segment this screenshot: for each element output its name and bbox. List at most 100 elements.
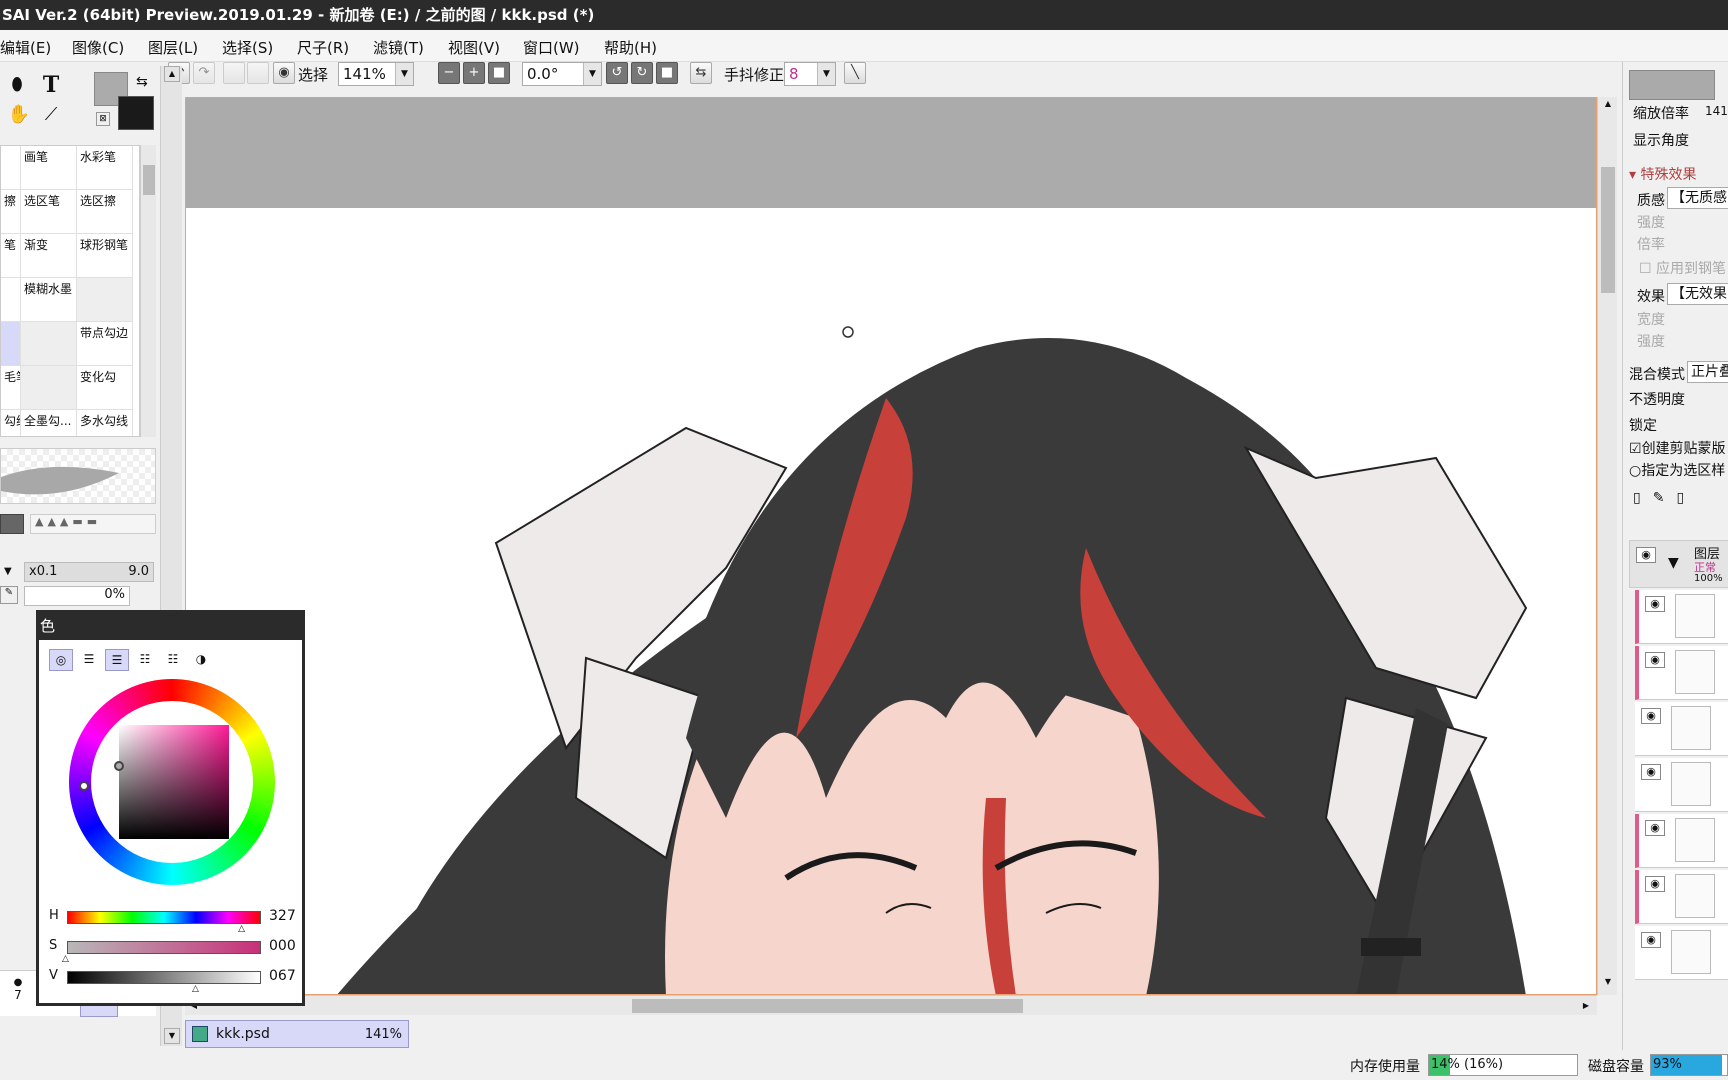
zoom-select[interactable]: 141% ▼	[338, 62, 414, 86]
brush-cell[interactable]: 变化勾	[77, 366, 133, 410]
zoom-in-icon[interactable]: +	[463, 62, 485, 84]
hsv-slider-mode-icon[interactable]: ☰	[105, 649, 129, 671]
effects-header[interactable]: ▾ 特殊效果	[1629, 164, 1696, 184]
value-track[interactable]	[67, 971, 261, 984]
layer-row[interactable]: ◉	[1635, 702, 1728, 756]
canvas-hscroll[interactable]: ◀ ▶	[185, 995, 1597, 1015]
brush-cell-selected[interactable]	[1, 322, 21, 366]
eye-icon[interactable]: ◉	[1641, 764, 1661, 780]
layer-row[interactable]: ◉	[1635, 758, 1728, 812]
sv-square[interactable]	[119, 725, 229, 839]
zoom-reset-icon[interactable]: ■	[488, 62, 510, 84]
collapse-icon[interactable]: ▼	[4, 566, 12, 577]
new-folder-icon[interactable]: ▯	[1676, 490, 1696, 506]
brush-cell[interactable]: 全墨勾...	[21, 410, 77, 436]
flip-horizontal-icon[interactable]: ⇆	[690, 62, 712, 84]
secondary-color-swatch[interactable]	[118, 96, 154, 130]
scroll-up-icon[interactable]: ▲	[1600, 99, 1616, 113]
value-slider[interactable]: V 067	[49, 967, 299, 989]
brush-palette-scrollbar[interactable]	[140, 145, 156, 437]
brush-cell[interactable]: 选区笔	[21, 190, 77, 234]
menu-filter[interactable]: 滤镜(T)	[373, 37, 424, 58]
rotate-left-icon[interactable]: ↺	[606, 62, 628, 84]
menu-window[interactable]: 窗口(W)	[523, 37, 580, 58]
value-handle[interactable]: △	[192, 984, 199, 994]
navigator-thumbnail[interactable]	[1629, 70, 1715, 100]
brush-cell-partial[interactable]: 笔	[1, 234, 21, 278]
blend-mode-select[interactable]: 正片叠	[1687, 361, 1728, 383]
new-layer-icon[interactable]: ▯	[1633, 490, 1653, 506]
menu-view[interactable]: 视图(V)	[448, 37, 500, 58]
folder-expand-icon[interactable]: ▼	[1668, 555, 1679, 571]
eye-icon[interactable]: ◉	[1645, 652, 1665, 668]
swatches-mode-icon[interactable]: ☷	[133, 649, 157, 671]
eye-icon[interactable]: ◉	[1645, 820, 1665, 836]
brush-cell[interactable]: 选区擦	[77, 190, 133, 234]
color-wheel-mode-icon[interactable]: ◎	[49, 649, 73, 671]
lasso-icon[interactable]: ⬮	[4, 74, 30, 100]
hue-handle[interactable]: △	[238, 924, 245, 934]
menu-select[interactable]: 选择(S)	[222, 37, 273, 58]
brush-cell-partial[interactable]: 毛笔	[1, 366, 21, 410]
layer-row[interactable]: ◉	[1635, 590, 1728, 644]
menu-layer[interactable]: 图层(L)	[148, 37, 198, 58]
vscroll-thumb[interactable]	[1601, 167, 1615, 293]
brush-cell-partial[interactable]	[1, 278, 21, 322]
menu-edit[interactable]: 编辑(E)	[0, 37, 51, 58]
scratchpad-mode-icon[interactable]: ◑	[189, 649, 213, 671]
mixer-mode-icon[interactable]: ☷	[161, 649, 185, 671]
eye-icon[interactable]: ◉	[273, 62, 295, 84]
angle-select[interactable]: 0.0° ▼	[522, 62, 602, 86]
hscroll-thumb[interactable]	[632, 999, 1023, 1013]
scroll-thumb[interactable]	[143, 165, 155, 195]
brush-cell[interactable]: 画笔	[21, 146, 77, 190]
brush-cell-empty[interactable]	[21, 322, 77, 366]
brush-cell-partial[interactable]: 勾线	[1, 410, 21, 436]
hue-picker-handle[interactable]	[79, 781, 89, 791]
layer-row[interactable]: ◉	[1635, 926, 1728, 980]
stabilizer-select[interactable]: 8 ▼	[784, 62, 836, 86]
new-pen-layer-icon[interactable]: ✎	[1653, 490, 1677, 506]
eye-icon[interactable]: ◉	[1645, 596, 1665, 612]
eye-icon[interactable]: ◉	[1641, 932, 1661, 948]
saturation-handle[interactable]: △	[62, 954, 69, 964]
size-preset[interactable]: ● 7	[8, 977, 28, 1002]
brush-cell[interactable]: 带点勾边	[77, 322, 133, 366]
scroll-down-icon[interactable]: ▼	[1600, 977, 1616, 991]
brush-cell-empty[interactable]	[21, 366, 77, 410]
eye-icon[interactable]: ◉	[1645, 876, 1665, 892]
brush-cell[interactable]: 渐变	[21, 234, 77, 278]
apply-to-pen-checkbox[interactable]: ☐ 应用到钢笔	[1639, 258, 1726, 278]
brush-cell[interactable]: 多水勾线	[77, 410, 133, 436]
layer-row[interactable]: ◉	[1635, 646, 1728, 700]
menu-help[interactable]: 帮助(H)	[604, 37, 657, 58]
rotate-reset-icon[interactable]: ■	[656, 62, 678, 84]
brush-cell-partial[interactable]	[1, 146, 21, 190]
line-tool-icon[interactable]: ╲	[844, 62, 866, 84]
eye-icon[interactable]: ◉	[1636, 547, 1656, 563]
rotate-right-icon[interactable]: ↻	[631, 62, 653, 84]
rgb-slider-mode-icon[interactable]: ☰	[77, 649, 101, 671]
brush-cell-empty[interactable]	[77, 278, 133, 322]
canvas-view[interactable]	[185, 97, 1597, 995]
menu-ruler[interactable]: 尺子(R)	[297, 37, 349, 58]
brush-tip-shapes[interactable]: ▲▲▲▬▬	[30, 514, 156, 534]
transparent-color-icon[interactable]: ⊠	[96, 112, 110, 126]
layer-row[interactable]: ◉	[1635, 814, 1728, 868]
brush-size-field[interactable]: x0.1 9.0	[24, 562, 154, 582]
texture-select[interactable]: 【无质感	[1667, 187, 1728, 209]
sv-picker-handle[interactable]	[114, 761, 124, 771]
layer-folder-row[interactable]: ◉ ▼ 图层 正常 100%	[1629, 540, 1728, 588]
swap-colors-icon[interactable]: ⇆	[136, 74, 148, 90]
saturation-slider[interactable]: S 000	[49, 937, 299, 959]
hue-slider[interactable]: H 327	[49, 907, 299, 929]
invert-select-icon[interactable]	[247, 62, 269, 84]
zoom-out-icon[interactable]: −	[438, 62, 460, 84]
hand-icon[interactable]: ✋	[6, 104, 32, 130]
redo-icon[interactable]: ↷	[193, 62, 215, 84]
text-tool-icon[interactable]: T	[38, 72, 64, 98]
eye-icon[interactable]: ◉	[1641, 708, 1661, 724]
brush-cell[interactable]: 球形钢笔	[77, 234, 133, 278]
selection-source-radio[interactable]: ○指定为选区样	[1629, 460, 1725, 480]
document-tab[interactable]: kkk.psd 141%	[185, 1020, 409, 1048]
